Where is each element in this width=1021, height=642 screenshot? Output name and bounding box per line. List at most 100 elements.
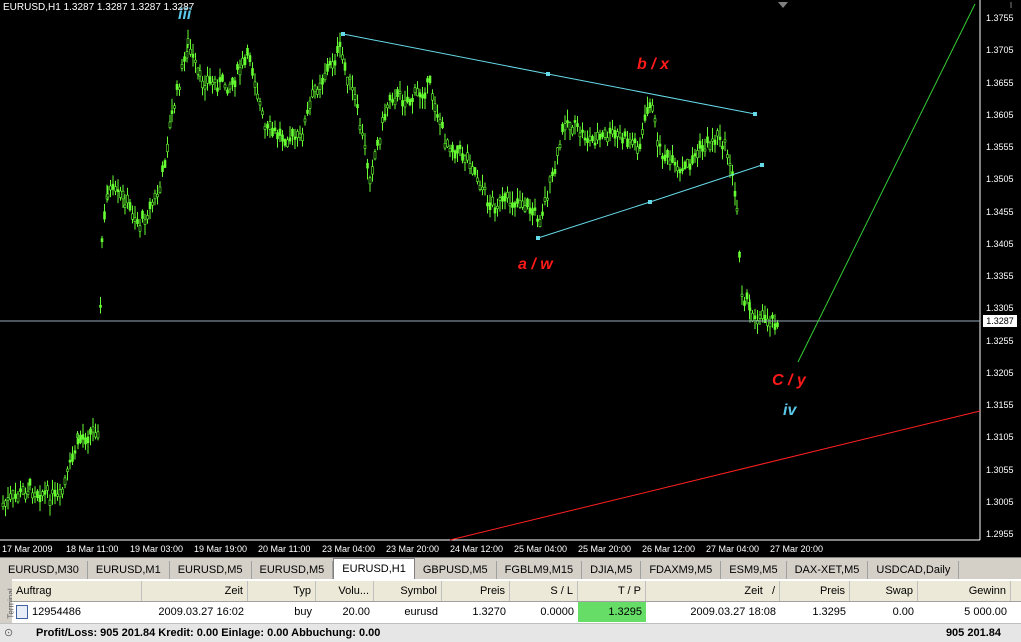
candle-body — [646, 107, 649, 114]
candle-body — [6, 497, 10, 501]
price-tick: 1.3605 — [986, 109, 1014, 120]
candle-body — [543, 197, 547, 202]
candle-body — [468, 163, 472, 169]
candle-body — [63, 477, 67, 485]
chart-tab[interactable]: FGBLM9,M15 — [497, 561, 583, 579]
candle-body — [406, 96, 409, 103]
chart-tab[interactable]: GBPUSD,M5 — [415, 561, 497, 579]
candle-body — [706, 136, 709, 144]
candle-body — [163, 160, 167, 168]
chart-tab[interactable]: DJIA,M5 — [582, 561, 642, 579]
candle-body — [653, 118, 657, 123]
candle-body — [333, 60, 337, 66]
candle-body — [366, 162, 369, 169]
chart-tab[interactable]: USDCAD,Daily — [868, 561, 960, 579]
candle-body — [183, 56, 186, 62]
col-sl[interactable]: S / L — [510, 581, 578, 601]
candle-body — [433, 103, 437, 112]
candle-body — [189, 48, 192, 55]
order-open-time: 2009.03.27 16:02 — [158, 606, 244, 618]
candle-body — [201, 80, 204, 89]
price-tick: 1.3755 — [986, 13, 1014, 23]
candle-body — [413, 87, 417, 94]
candle-body — [378, 138, 382, 145]
chart-tab[interactable]: EURUSD,M5 — [170, 561, 252, 579]
chart-tab[interactable]: EURUSD,M1 — [88, 561, 170, 579]
chart-tab[interactable]: DAX-XET,M5 — [787, 561, 869, 579]
candle-body — [678, 169, 682, 174]
candle-body — [53, 489, 57, 497]
chart-tab[interactable]: EURUSD,H1 — [333, 558, 415, 579]
col-preis[interactable]: Preis — [442, 581, 510, 601]
time-tick: 20 Mar 11:00 — [258, 544, 311, 554]
candle-body — [643, 114, 647, 121]
col-zeit[interactable]: Zeit — [142, 581, 248, 601]
col-tp[interactable]: T / P — [578, 581, 646, 601]
candle-body — [296, 131, 299, 138]
account-summary: ⊙ Profit/Loss: 905 201.84 Kredit: 0.00 E… — [0, 623, 1021, 642]
candle-body — [563, 123, 567, 131]
candle-body — [109, 185, 112, 191]
candle-body — [631, 139, 634, 145]
price-tick: 1.3205 — [986, 367, 1014, 378]
candle-body — [221, 74, 224, 82]
candle-body — [216, 87, 219, 92]
candle-body — [698, 140, 702, 149]
candle-body — [735, 208, 739, 212]
candle-body — [571, 127, 574, 135]
chart-tab[interactable]: ESM9,M5 — [721, 561, 787, 579]
time-tick: 17 Mar 2009 — [2, 544, 53, 554]
candle-body — [481, 186, 484, 191]
col-gewinn[interactable]: Gewinn — [918, 581, 1011, 601]
candle-body — [36, 490, 39, 499]
time-tick: 23 Mar 04:00 — [322, 544, 376, 554]
order-close-time: 2009.03.27 18:08 — [690, 606, 776, 618]
candle-body — [416, 88, 419, 97]
col-swap[interactable]: Swap — [850, 581, 918, 601]
time-tick: 25 Mar 20:00 — [578, 544, 632, 554]
candle-body — [518, 200, 522, 208]
candle-body — [716, 130, 719, 137]
candle-body — [388, 94, 392, 101]
candle-body — [393, 97, 397, 106]
candle-body — [316, 89, 319, 95]
price-tick: 1.3555 — [986, 142, 1014, 152]
chart-tab[interactable]: FDAXM9,M5 — [641, 561, 722, 579]
chart-tab[interactable]: EURUSD,M30 — [0, 561, 88, 579]
price-chart[interactable] — [0, 0, 1021, 557]
col-zeit2[interactable]: Zeit / — [646, 581, 780, 601]
candle-body — [621, 137, 624, 144]
candle-body — [588, 135, 592, 141]
col-volume[interactable]: Volu... — [316, 581, 374, 601]
candle-body — [311, 89, 314, 98]
candle-body — [51, 489, 54, 494]
candle-body — [213, 78, 217, 83]
col-auftrag[interactable]: Auftrag — [12, 581, 142, 601]
candle-body — [728, 163, 732, 166]
candle-body — [758, 314, 762, 319]
chart-tab[interactable]: EURUSD,M5 — [252, 561, 334, 579]
candle-body — [258, 101, 262, 106]
col-typ[interactable]: Typ — [248, 581, 316, 601]
chart-tabs: EURUSD,M30 EURUSD,M1 EURUSD,M5 EURUSD,M5 EUR… — [0, 557, 1021, 579]
candle-body — [288, 137, 292, 142]
candle-body — [501, 195, 504, 202]
candle-body — [246, 47, 249, 56]
candle-body — [91, 426, 95, 433]
candle-body — [553, 169, 557, 174]
price-tick: 1.3455 — [986, 206, 1014, 217]
table-row[interactable]: 12954486 2009.03.27 16:02 buy 20.00 euru… — [12, 602, 1021, 622]
candle-body — [271, 128, 274, 137]
chart-area[interactable]: EURUSD,H1 1.3287 1.3287 1.3287 1.3287 ii… — [0, 0, 1021, 557]
candle-body — [356, 104, 359, 109]
candle-body — [114, 186, 117, 192]
candle-body — [33, 492, 37, 497]
candle-body — [683, 161, 687, 169]
candle-body — [616, 131, 619, 137]
col-preis2[interactable]: Preis — [780, 581, 850, 601]
col-symbol[interactable]: Symbol — [374, 581, 442, 601]
candle-body — [511, 202, 514, 208]
candle-body — [676, 166, 679, 171]
candle-body — [228, 83, 232, 90]
channel-handles — [341, 32, 764, 240]
